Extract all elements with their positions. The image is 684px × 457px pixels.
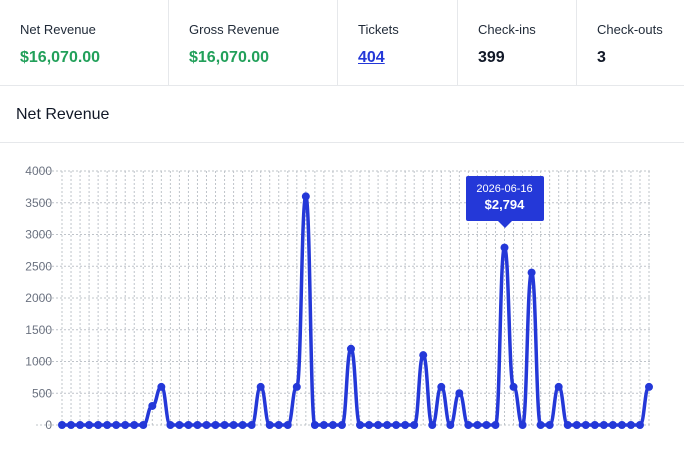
data-point	[310, 421, 319, 429]
stat-label: Check-outs	[597, 22, 663, 37]
data-point	[401, 421, 410, 429]
data-point	[337, 421, 346, 429]
data-point	[473, 421, 482, 429]
data-point	[121, 421, 130, 429]
data-point	[130, 421, 139, 429]
data-point	[328, 421, 337, 429]
data-point	[301, 192, 310, 201]
data-point	[491, 421, 500, 429]
data-point	[319, 421, 328, 429]
data-point	[365, 421, 374, 429]
data-point	[58, 421, 66, 429]
y-tick-label: 2000	[25, 291, 52, 305]
stat-check-outs: Check-outs 3	[577, 0, 684, 85]
chart-tooltip: 2026-06-16 $2,794	[465, 175, 544, 228]
stat-gross-revenue: Gross Revenue $16,070.00	[169, 0, 338, 85]
y-tick-label: 4000	[25, 164, 52, 178]
y-tick-label: 3000	[25, 228, 52, 242]
data-point	[202, 421, 211, 429]
data-point	[346, 344, 355, 353]
data-point	[419, 351, 428, 360]
data-point	[67, 421, 76, 429]
data-point	[617, 421, 626, 429]
data-point	[392, 421, 401, 429]
data-point	[238, 421, 247, 429]
data-point	[554, 382, 563, 391]
data-point	[645, 382, 653, 391]
data-point	[410, 421, 419, 429]
data-point	[455, 389, 464, 398]
data-point	[572, 421, 581, 429]
stat-label: Gross Revenue	[189, 22, 280, 37]
data-point	[211, 421, 220, 429]
data-point	[85, 421, 94, 429]
data-point	[482, 421, 491, 429]
tooltip-date: 2026-06-16	[476, 182, 533, 195]
data-point	[184, 421, 193, 429]
stat-tickets: Tickets 404	[338, 0, 458, 85]
data-point	[374, 421, 383, 429]
stat-check-ins: Check-ins 399	[458, 0, 577, 85]
data-point	[635, 421, 644, 429]
y-tick-label: 1000	[25, 355, 52, 369]
data-point	[283, 421, 292, 429]
data-point	[545, 421, 554, 429]
stat-net-revenue: Net Revenue $16,070.00	[0, 0, 169, 85]
data-point	[518, 421, 527, 429]
tooltip-value: $2,794	[484, 196, 525, 212]
data-point	[500, 243, 509, 252]
stat-label: Check-ins	[478, 22, 536, 37]
data-point	[626, 421, 635, 429]
stat-value: 399	[478, 49, 505, 66]
data-point	[590, 421, 599, 429]
y-tick-label: 3500	[25, 196, 52, 210]
data-point	[103, 421, 112, 429]
data-point	[274, 421, 283, 429]
net-revenue-chart: 0 500 1000 1500 2000 2500 3000 3500 4000 2026-06…	[0, 143, 684, 457]
stat-label: Tickets	[358, 22, 399, 37]
data-point	[527, 268, 536, 277]
y-tick-label: 1500	[25, 323, 52, 337]
data-point	[76, 421, 85, 429]
data-point	[509, 382, 518, 391]
data-point	[437, 382, 446, 391]
stat-label: Net Revenue	[20, 22, 96, 37]
data-point	[220, 421, 229, 429]
data-point	[599, 421, 608, 429]
data-point	[536, 421, 545, 429]
data-point	[229, 421, 238, 429]
data-point	[175, 421, 184, 429]
y-tick-label: 0	[45, 418, 52, 432]
data-point	[247, 421, 256, 429]
panel-title: Net Revenue	[0, 86, 684, 143]
data-point	[157, 382, 166, 391]
data-point	[193, 421, 202, 429]
data-point	[292, 382, 301, 391]
data-point	[94, 421, 103, 429]
data-point	[356, 421, 365, 429]
stat-value: 3	[597, 49, 606, 66]
data-point	[256, 382, 265, 391]
stat-value: $16,070.00	[189, 49, 270, 66]
data-point	[383, 421, 392, 429]
data-point	[608, 421, 617, 429]
stats-bar: Net Revenue $16,070.00 Gross Revenue $16…	[0, 0, 684, 86]
data-point	[581, 421, 590, 429]
data-point	[112, 421, 121, 429]
data-point	[563, 421, 572, 429]
data-point	[428, 421, 437, 429]
y-tick-label: 500	[32, 386, 52, 400]
data-point	[139, 421, 148, 429]
data-point	[148, 401, 157, 410]
data-point	[265, 421, 274, 429]
revenue-line	[61, 194, 651, 427]
stat-value: $16,070.00	[20, 49, 101, 66]
data-point	[166, 421, 175, 429]
tickets-link[interactable]: 404	[358, 48, 457, 68]
data-point	[464, 421, 473, 429]
net-revenue-chart-svg: 0 500 1000 1500 2000 2500 3000 3500 4000	[25, 164, 653, 432]
data-point	[446, 421, 455, 429]
y-tick-label: 2500	[25, 259, 52, 273]
